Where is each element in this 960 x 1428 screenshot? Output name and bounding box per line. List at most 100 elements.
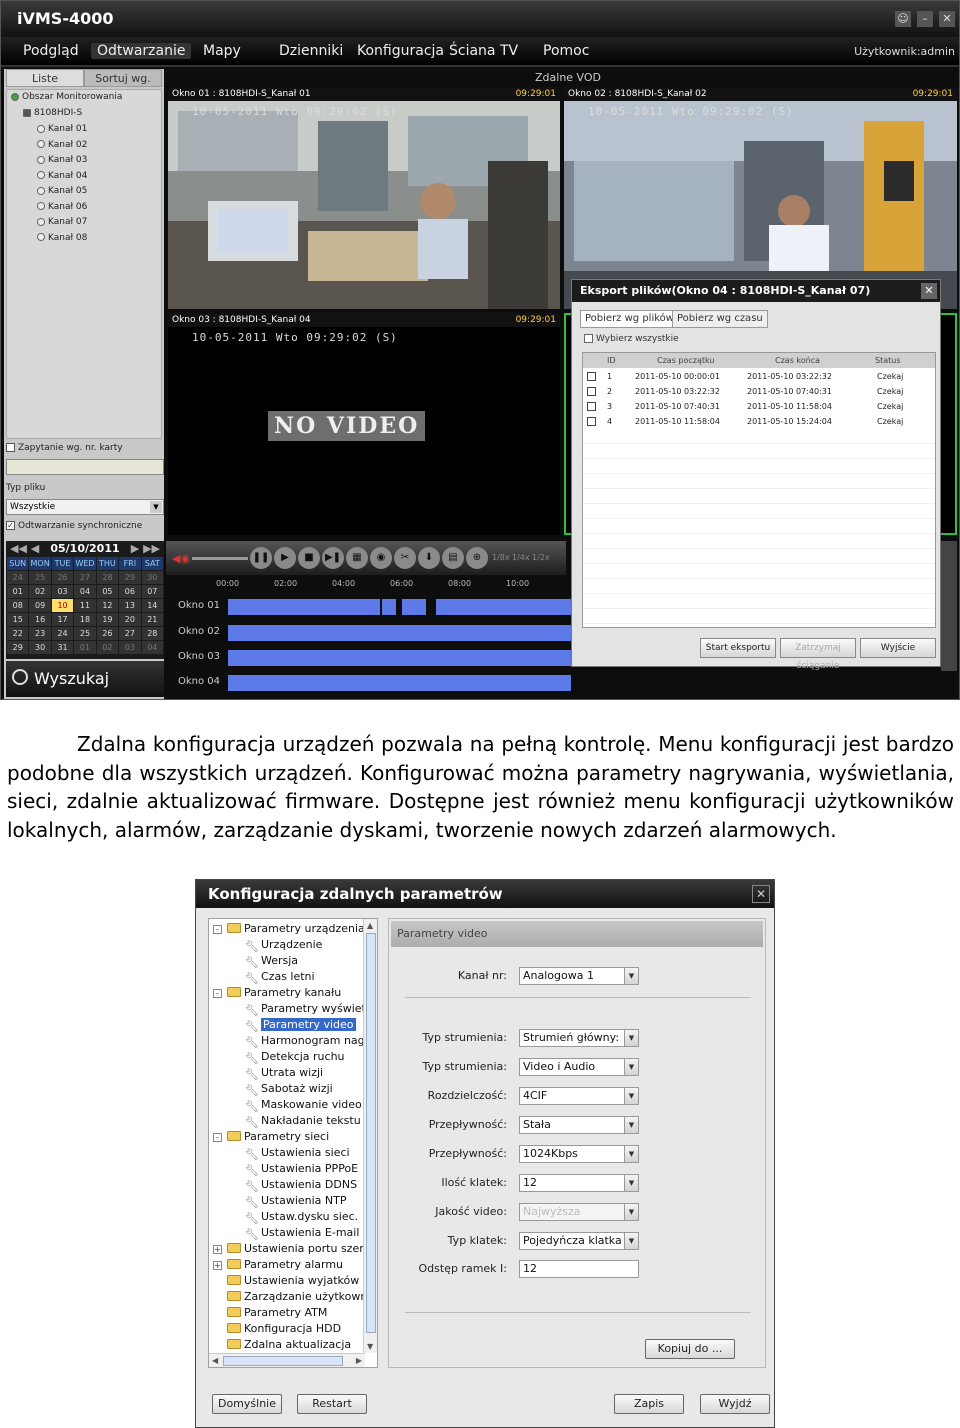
recording-segment[interactable] — [228, 650, 571, 666]
tree-item[interactable]: 🔧︎ Utrata wizji — [245, 1065, 323, 1081]
tree-item[interactable]: 🔧︎ Ustawienia E-mail — [245, 1225, 359, 1241]
multi-window-icon[interactable]: ▦ — [346, 547, 368, 569]
scroll-up-icon[interactable]: ▲ — [367, 921, 373, 930]
video-window-1[interactable]: Okno 01 : 8108HDI-S_Kanał 01 09:29:01 10… — [168, 87, 560, 309]
video-window-2[interactable]: Okno 02 : 8108HDI-S_Kanał 02 09:29:01 10… — [564, 87, 957, 309]
collapse-icon[interactable]: - — [213, 925, 222, 934]
calendar-day[interactable]: 24 — [51, 627, 74, 640]
calendar-day[interactable]: 09 — [29, 599, 51, 612]
table-row[interactable]: 1 2011-05-10 00:00:01 2011-05-10 03:22:32 C… — [583, 369, 935, 384]
select-dropdown[interactable]: Analogowa 1 ▼ — [519, 967, 639, 985]
calendar-day[interactable]: 07 — [141, 585, 163, 598]
table-row[interactable]: 4 2011-05-10 11:58:04 2011-05-10 15:24:04 C… — [583, 414, 935, 429]
card-number-input[interactable] — [6, 459, 164, 475]
timeline-row[interactable]: Okno 04 — [166, 673, 571, 693]
calendar-day[interactable]: 28 — [141, 627, 163, 640]
tab-by-time[interactable]: Pobierz wg czasu — [672, 310, 768, 328]
tree-channel[interactable]: Kanał 03 — [37, 155, 87, 165]
menu-dzienniki[interactable]: Dzienniki — [279, 43, 343, 59]
calendar-day[interactable]: 04 — [74, 585, 96, 598]
sync-play-checkbox[interactable]: ✓ Odtwarzanie synchroniczne — [6, 521, 142, 531]
calendar-day[interactable]: 19 — [96, 613, 119, 626]
calendar-day[interactable]: 16 — [29, 613, 51, 626]
select-dropdown[interactable]: Strumień główny: ▼ — [519, 1029, 639, 1047]
tab-liste[interactable]: Liste — [6, 69, 84, 87]
select-all-checkbox[interactable]: Wybierz wszystkie — [584, 334, 679, 344]
download-icon[interactable]: ⬇ — [418, 547, 440, 569]
copy-to-button[interactable]: Kopiuj do ... — [645, 1339, 735, 1359]
stop-download-button[interactable]: Zatrzymaj ściąganie — [780, 638, 856, 671]
timeline-row[interactable]: Okno 03 — [166, 648, 571, 668]
menu-mapy[interactable]: Mapy — [203, 43, 241, 59]
calendar-day[interactable]: 18 — [74, 613, 96, 626]
tree-horizontal-scrollbar[interactable]: ◀ ▶ — [209, 1353, 365, 1367]
scroll-left-icon[interactable]: ◀ — [212, 1356, 218, 1365]
tree-channel[interactable]: Kanał 01 — [37, 124, 87, 134]
calendar-day[interactable]: 22 — [7, 627, 29, 640]
calendar-day[interactable]: 01 — [74, 641, 96, 654]
tree-item[interactable]: 🔧︎ Czas letni — [245, 969, 315, 985]
tree-item[interactable]: 🔧︎ Ustawienia PPPoE — [245, 1161, 358, 1177]
volume-slider[interactable] — [192, 557, 248, 560]
checkbox[interactable] — [587, 417, 596, 426]
menu-podglad[interactable]: Podgląd — [23, 43, 79, 59]
tree-item[interactable]: 🔧︎ Harmonogram nagr — [245, 1033, 369, 1049]
tree-item[interactable]: 🔧︎ Ustawienia NTP — [245, 1193, 347, 1209]
clip-icon[interactable]: ✂ — [394, 547, 416, 569]
menu-pomoc[interactable]: Pomoc — [543, 43, 589, 59]
select-dropdown[interactable]: 12 ▼ — [519, 1174, 639, 1192]
calendar-day[interactable]: 08 — [7, 599, 29, 612]
calendar-day[interactable]: 11 — [74, 599, 96, 612]
start-export-button[interactable]: Start eksportu — [700, 638, 776, 658]
search-button[interactable]: Wyszukaj — [6, 661, 164, 697]
scroll-thumb[interactable] — [223, 1356, 343, 1366]
tree-folder[interactable]: Zarządzanie użytkownik — [227, 1289, 377, 1305]
restart-button[interactable]: Restart — [297, 1394, 367, 1414]
tree-item[interactable]: 🔧︎ Maskowanie video — [245, 1097, 362, 1113]
tree-item[interactable]: 🔧︎ Parametry video — [245, 1017, 356, 1033]
calendar-day[interactable]: 27 — [119, 627, 141, 640]
calendar-day[interactable]: 26 — [96, 627, 119, 640]
checkbox[interactable] — [584, 334, 593, 343]
calendar-day[interactable]: 02 — [96, 641, 119, 654]
exit-button[interactable]: Wyjdź — [700, 1394, 770, 1414]
calendar-day[interactable]: 10 — [51, 599, 74, 612]
table-row[interactable]: 3 2011-05-10 07:40:31 2011-05-10 11:58:04 C… — [583, 399, 935, 414]
select-dropdown[interactable]: Video i Audio ▼ — [519, 1058, 639, 1076]
default-button[interactable]: Domyślnie — [212, 1394, 282, 1414]
card-query-checkbox[interactable]: Zapytanie wg. nr. karty — [6, 443, 123, 453]
tree-device[interactable]: 8108HDI-S — [23, 108, 82, 118]
snapshot-icon[interactable]: ◉ — [370, 547, 392, 569]
collapse-icon[interactable]: - — [213, 989, 222, 998]
video-window-3[interactable]: Okno 03 : 8108HDI-S_Kanał 04 09:29:01 10… — [168, 313, 560, 535]
calendar-day[interactable]: 02 — [29, 585, 51, 598]
scroll-thumb[interactable] — [366, 933, 376, 1333]
timeline-row[interactable]: Okno 02 — [166, 623, 571, 643]
calendar-day[interactable]: 30 — [29, 641, 51, 654]
calendar-day[interactable]: 17 — [51, 613, 74, 626]
calendar-day[interactable]: 05 — [96, 585, 119, 598]
scroll-right-icon[interactable]: ▶ — [356, 1356, 362, 1365]
save-button[interactable]: Zapis — [614, 1394, 684, 1414]
zoom-icon[interactable]: ⊕ — [466, 547, 488, 569]
expand-icon[interactable]: + — [213, 1261, 222, 1270]
calendar-day[interactable]: 15 — [7, 613, 29, 626]
user-icon[interactable]: ☺ — [895, 11, 911, 27]
collapse-icon[interactable]: - — [213, 1133, 222, 1142]
recording-segment[interactable] — [436, 599, 571, 615]
checkbox-checked[interactable]: ✓ — [6, 521, 15, 530]
recording-segment[interactable] — [382, 599, 396, 615]
calendar-day[interactable]: 21 — [141, 613, 163, 626]
tree-folder[interactable]: Ustawienia wyjatków — [227, 1273, 359, 1289]
calendar-day[interactable]: 01 — [7, 585, 29, 598]
expand-icon[interactable]: + — [213, 1245, 222, 1254]
timeline[interactable]: 00:00 02:00 04:00 06:00 08:00 10:00 Okno… — [166, 577, 571, 695]
tree-item[interactable]: 🔧︎ Ustawienia sieci — [245, 1145, 350, 1161]
select-dropdown[interactable]: Stała ▼ — [519, 1116, 639, 1134]
close-icon[interactable]: ✕ — [752, 885, 770, 903]
tree-channel[interactable]: Kanał 02 — [37, 140, 87, 150]
checkbox[interactable] — [587, 387, 596, 396]
tree-folder[interactable]: Parametry alarmu — [227, 1257, 343, 1273]
speaker-icon[interactable]: ◀◉ — [172, 552, 190, 565]
calendar-day[interactable]: 26 — [51, 571, 74, 584]
